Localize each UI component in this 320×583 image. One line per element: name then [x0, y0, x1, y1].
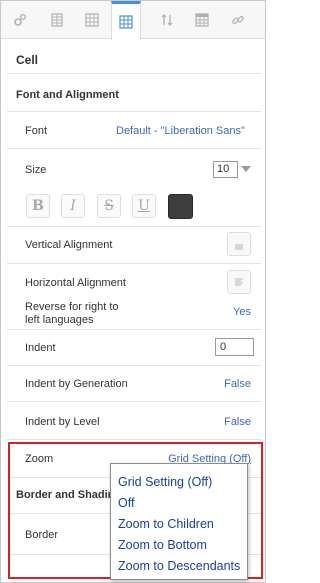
- horizontal-alignment-label: Horizontal Alignment: [25, 277, 126, 289]
- divider: [7, 401, 261, 402]
- reverse-rtl-label-line2: left languages: [25, 314, 94, 326]
- indent-label: Indent: [25, 342, 56, 354]
- sort-icon[interactable]: [152, 1, 182, 39]
- link-icon[interactable]: [223, 1, 253, 39]
- divider: [7, 148, 261, 149]
- reverse-rtl-value[interactable]: Yes: [233, 306, 251, 318]
- divider: [7, 365, 261, 366]
- indent-by-level-value[interactable]: False: [224, 416, 251, 428]
- divider: [7, 439, 261, 440]
- zoom-option-grid-setting[interactable]: Grid Setting (Off): [111, 472, 247, 493]
- size-label: Size: [25, 164, 47, 176]
- align-bottom-icon: [235, 244, 243, 250]
- reverse-rtl-label-line1: Reverse for right to: [25, 301, 119, 313]
- table-header-icon[interactable]: [187, 1, 217, 39]
- indent-by-level-label: Indent by Level: [25, 416, 100, 428]
- zoom-dropdown-menu: Grid Setting (Off) Off Zoom to Children …: [110, 463, 248, 580]
- zoom-option-children[interactable]: Zoom to Children: [111, 514, 247, 535]
- divider: [7, 226, 261, 227]
- chevron-down-icon[interactable]: [241, 166, 251, 172]
- font-selector-link[interactable]: Default - "Liberation Sans": [116, 125, 254, 137]
- reverse-rtl-label: Reverse for right to left languages: [25, 301, 119, 327]
- strikethrough-button[interactable]: S: [97, 194, 121, 218]
- zoom-option-descendants[interactable]: Zoom to Descendants: [111, 556, 247, 577]
- indent-by-generation-label: Indent by Generation: [25, 378, 128, 390]
- horizontal-alignment-button[interactable]: [227, 270, 251, 294]
- table-columns-icon[interactable]: [42, 1, 72, 39]
- divider: [7, 111, 261, 112]
- panel-title: Cell: [16, 53, 39, 67]
- vertical-alignment-button[interactable]: [227, 232, 251, 256]
- section-title-font-alignment: Font and Alignment: [16, 89, 119, 101]
- cell-properties-panel: Cell Font and Alignment Font Default - "…: [0, 0, 266, 583]
- bold-button[interactable]: B: [26, 194, 50, 218]
- divider: [7, 263, 261, 264]
- font-size-input[interactable]: 10: [213, 161, 238, 178]
- divider: [7, 73, 261, 74]
- italic-button[interactable]: I: [61, 194, 85, 218]
- text-color-picker[interactable]: [168, 194, 193, 219]
- indent-by-generation-value[interactable]: False: [224, 378, 251, 390]
- zoom-option-off[interactable]: Off: [111, 493, 247, 514]
- font-label: Font: [25, 125, 48, 137]
- cell-grid-icon[interactable]: [111, 1, 141, 40]
- zoom-option-bottom[interactable]: Zoom to Bottom: [111, 535, 247, 556]
- general-settings-icon[interactable]: [5, 1, 35, 39]
- vertical-alignment-label: Vertical Alignment: [25, 239, 113, 251]
- table-grid-icon[interactable]: [77, 1, 107, 39]
- properties-toolbar: [1, 1, 265, 40]
- divider: [7, 329, 261, 330]
- indent-input[interactable]: 0: [215, 338, 254, 356]
- underline-button[interactable]: U: [132, 194, 156, 218]
- align-left-icon: [235, 278, 243, 286]
